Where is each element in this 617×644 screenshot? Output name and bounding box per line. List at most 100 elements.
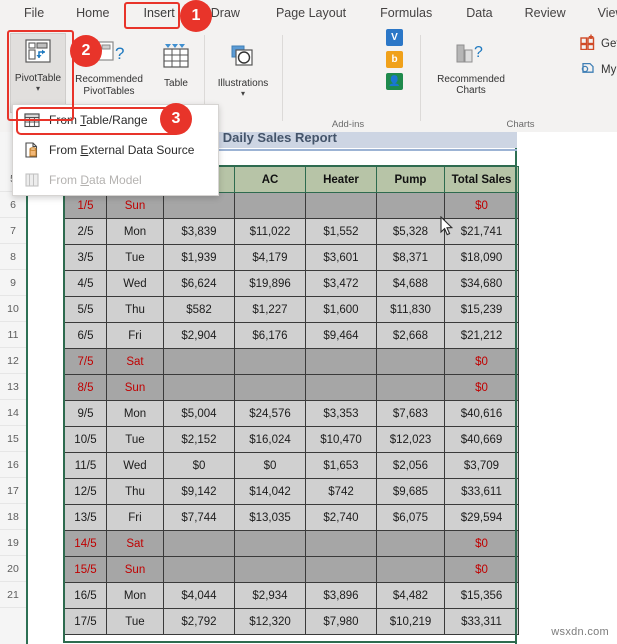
cell-value[interactable]: $2,740 bbox=[305, 504, 377, 531]
cell-total[interactable]: $15,356 bbox=[444, 582, 519, 609]
cell-value[interactable]: $9,142 bbox=[163, 478, 235, 505]
table-row[interactable]: 12/5 Thu $9,142 $14,042 $742 $9,685 $33,611 bbox=[64, 478, 519, 505]
row-header-cell[interactable]: 13 bbox=[0, 374, 26, 400]
cell-value[interactable]: $12,320 bbox=[234, 608, 306, 635]
cell-value[interactable] bbox=[234, 348, 306, 375]
table-row[interactable]: 15/5 Sun $0 bbox=[64, 556, 519, 583]
cell-value[interactable]: $3,472 bbox=[305, 270, 377, 297]
tab-view[interactable]: View bbox=[592, 0, 617, 27]
table-row[interactable]: 6/5 Fri $2,904 $6,176 $9,464 $2,668 $21,212 bbox=[64, 322, 519, 349]
cell-value[interactable]: $11,830 bbox=[376, 296, 445, 323]
cell-total[interactable]: $40,616 bbox=[444, 400, 519, 427]
row-header-cell[interactable]: 16 bbox=[0, 452, 26, 478]
menu-item-from-external-data-source[interactable]: From External Data Source bbox=[13, 135, 218, 165]
tab-review[interactable]: Review bbox=[519, 0, 572, 27]
cell-date[interactable]: 4/5 bbox=[64, 270, 107, 297]
cell-value[interactable]: $1,653 bbox=[305, 452, 377, 479]
table-row[interactable]: 2/5 Mon $3,839 $11,022 $1,552 $5,328 $21,741 bbox=[64, 218, 519, 245]
pivottable-button[interactable]: PivotTable ▾ bbox=[10, 33, 66, 113]
cell-value[interactable] bbox=[376, 374, 445, 401]
cell-value[interactable]: $6,176 bbox=[234, 322, 306, 349]
cell-date[interactable]: 1/5 bbox=[64, 192, 107, 219]
cell-date[interactable]: 9/5 bbox=[64, 400, 107, 427]
cell-total[interactable]: $29,594 bbox=[444, 504, 519, 531]
cell-total[interactable]: $0 bbox=[444, 192, 519, 219]
cell-value[interactable]: $5,328 bbox=[376, 218, 445, 245]
cell-value[interactable] bbox=[163, 192, 235, 219]
cell-value[interactable]: $2,904 bbox=[163, 322, 235, 349]
cell-value[interactable]: $9,464 bbox=[305, 322, 377, 349]
cell-value[interactable]: $2,934 bbox=[234, 582, 306, 609]
cell-date[interactable]: 17/5 bbox=[64, 608, 107, 635]
table-row[interactable]: 3/5 Tue $1,939 $4,179 $3,601 $8,371 $18,090 bbox=[64, 244, 519, 271]
table-row[interactable]: 14/5 Sat $0 bbox=[64, 530, 519, 557]
row-header-cell[interactable]: 14 bbox=[0, 400, 26, 426]
cell-day[interactable]: Mon bbox=[106, 400, 164, 427]
cell-day[interactable]: Mon bbox=[106, 218, 164, 245]
cell-day[interactable]: Sat bbox=[106, 530, 164, 557]
cell-value[interactable] bbox=[234, 374, 306, 401]
cell-total[interactable]: $33,611 bbox=[444, 478, 519, 505]
chevron-down-icon[interactable]: ▾ bbox=[36, 85, 40, 93]
cell-day[interactable]: Wed bbox=[106, 452, 164, 479]
cell-value[interactable]: $13,035 bbox=[234, 504, 306, 531]
row-header-cell[interactable]: 10 bbox=[0, 296, 26, 322]
cell-value[interactable]: $3,601 bbox=[305, 244, 377, 271]
cell-value[interactable] bbox=[305, 556, 377, 583]
cell-value[interactable] bbox=[234, 192, 306, 219]
cell-value[interactable]: $12,023 bbox=[376, 426, 445, 453]
col-header-pump[interactable]: Pump bbox=[376, 166, 445, 193]
cell-value[interactable]: $7,744 bbox=[163, 504, 235, 531]
cell-value[interactable] bbox=[376, 348, 445, 375]
cell-value[interactable]: $9,685 bbox=[376, 478, 445, 505]
cell-total[interactable]: $0 bbox=[444, 348, 519, 375]
cell-value[interactable] bbox=[163, 348, 235, 375]
cell-value[interactable]: $6,075 bbox=[376, 504, 445, 531]
cell-day[interactable]: Sun bbox=[106, 374, 164, 401]
cell-day[interactable]: Tue bbox=[106, 244, 164, 271]
cell-value[interactable] bbox=[376, 530, 445, 557]
cell-day[interactable]: Thu bbox=[106, 296, 164, 323]
cell-value[interactable]: $582 bbox=[163, 296, 235, 323]
cell-value[interactable]: $10,470 bbox=[305, 426, 377, 453]
cell-value[interactable] bbox=[163, 374, 235, 401]
cell-value[interactable]: $1,600 bbox=[305, 296, 377, 323]
table-row[interactable]: 7/5 Sat $0 bbox=[64, 348, 519, 375]
table-row[interactable]: 11/5 Wed $0 $0 $1,653 $2,056 $3,709 bbox=[64, 452, 519, 479]
cell-day[interactable]: Fri bbox=[106, 504, 164, 531]
tab-data[interactable]: Data bbox=[460, 0, 498, 27]
illustrations-button[interactable]: Illustrations ▾ bbox=[212, 33, 274, 113]
table-row[interactable]: 10/5 Tue $2,152 $16,024 $10,470 $12,023 $40,66… bbox=[64, 426, 519, 453]
cell-total[interactable]: $0 bbox=[444, 530, 519, 557]
cell-value[interactable] bbox=[163, 556, 235, 583]
cell-value[interactable]: $4,044 bbox=[163, 582, 235, 609]
cell-value[interactable] bbox=[305, 192, 377, 219]
cell-value[interactable]: $3,896 bbox=[305, 582, 377, 609]
cell-date[interactable]: 12/5 bbox=[64, 478, 107, 505]
cell-value[interactable]: $14,042 bbox=[234, 478, 306, 505]
cell-day[interactable]: Sat bbox=[106, 348, 164, 375]
cell-day[interactable]: Sun bbox=[106, 556, 164, 583]
row-header-cell[interactable]: 11 bbox=[0, 322, 26, 348]
cell-value[interactable]: $2,792 bbox=[163, 608, 235, 635]
cell-value[interactable]: $2,668 bbox=[376, 322, 445, 349]
cell-value[interactable]: $1,939 bbox=[163, 244, 235, 271]
recommended-charts-button[interactable]: ? Recommended Charts bbox=[428, 33, 514, 113]
row-header-cell[interactable]: 15 bbox=[0, 426, 26, 452]
tab-formulas[interactable]: Formulas bbox=[374, 0, 438, 27]
row-header-cell[interactable]: 9 bbox=[0, 270, 26, 296]
cell-value[interactable]: $10,219 bbox=[376, 608, 445, 635]
cell-value[interactable]: $11,022 bbox=[234, 218, 306, 245]
cell-value[interactable]: $742 bbox=[305, 478, 377, 505]
chevron-down-icon[interactable]: ▾ bbox=[241, 90, 245, 98]
cell-value[interactable]: $4,482 bbox=[376, 582, 445, 609]
cell-total[interactable]: $0 bbox=[444, 374, 519, 401]
row-header-cell[interactable]: 7 bbox=[0, 218, 26, 244]
cell-total[interactable]: $21,741 bbox=[444, 218, 519, 245]
cell-value[interactable] bbox=[234, 556, 306, 583]
cell-value[interactable]: $2,152 bbox=[163, 426, 235, 453]
tab-home[interactable]: Home bbox=[70, 0, 115, 27]
row-header-cell[interactable]: 17 bbox=[0, 478, 26, 504]
cell-value[interactable]: $19,896 bbox=[234, 270, 306, 297]
cell-value[interactable] bbox=[305, 348, 377, 375]
